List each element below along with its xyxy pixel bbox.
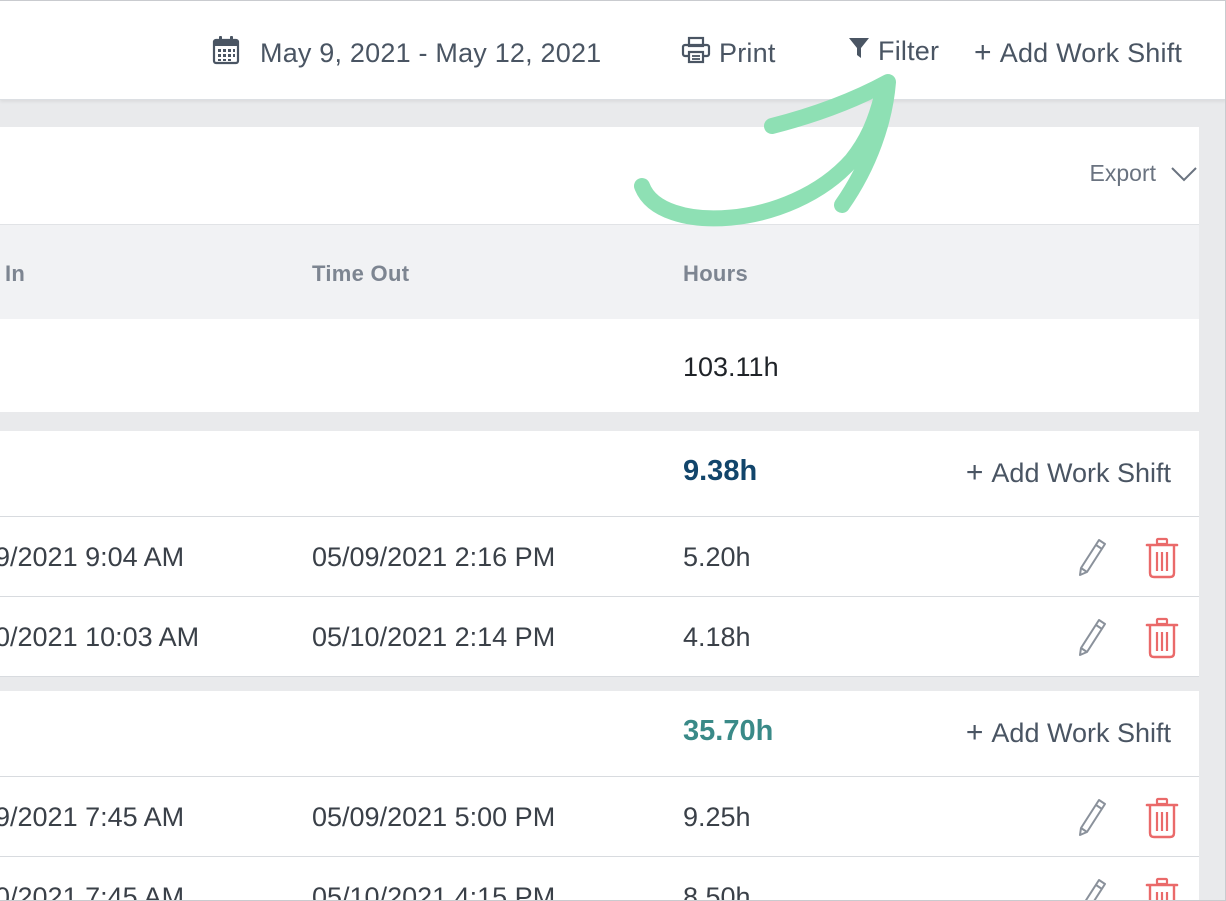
time-in-cell: 9/2021 7:45 AM bbox=[0, 802, 185, 832]
plus-icon: + bbox=[965, 716, 984, 749]
time-out-cell: 05/09/2021 2:16 PM bbox=[312, 542, 556, 572]
group-total-hours: 9.38h bbox=[683, 455, 758, 487]
export-label: Export bbox=[1089, 160, 1156, 186]
time-out-cell: 05/10/2021 4:15 PM bbox=[312, 882, 556, 901]
export-dropdown[interactable]: Export bbox=[1090, 160, 1198, 187]
date-range-picker[interactable]: May 9, 2021 - May 12, 2021 bbox=[212, 34, 601, 72]
table-row: 9/2021 9:04 AM 05/09/2021 2:16 PM 5.20h bbox=[0, 517, 1199, 597]
plus-icon: + bbox=[965, 456, 984, 489]
pencil-icon[interactable] bbox=[1077, 617, 1107, 657]
time-out-cell: 05/09/2021 5:00 PM bbox=[312, 802, 556, 832]
hours-cell: 5.20h bbox=[683, 542, 751, 572]
top-toolbar: May 9, 2021 - May 12, 2021 Print Filter … bbox=[0, 0, 1226, 100]
hours-cell: 8.50h bbox=[683, 882, 751, 901]
pencil-icon[interactable] bbox=[1077, 877, 1107, 901]
time-in-cell: 9/2021 9:04 AM bbox=[0, 542, 185, 572]
group-add-work-shift-button[interactable]: + Add Work Shift bbox=[966, 716, 1171, 750]
group-add-work-shift-label: Add Work Shift bbox=[991, 717, 1171, 748]
total-hours-row: 103.11h bbox=[0, 319, 1199, 412]
group-add-work-shift-button[interactable]: + Add Work Shift bbox=[966, 456, 1171, 490]
calendar-icon bbox=[212, 35, 240, 72]
column-header-time-in[interactable]: In bbox=[5, 261, 25, 287]
hours-cell: 4.18h bbox=[683, 622, 751, 652]
time-in-cell: 0/2021 10:03 AM bbox=[0, 622, 200, 652]
pencil-icon[interactable] bbox=[1077, 797, 1107, 837]
annotation-arrow bbox=[634, 74, 896, 227]
column-header-hours[interactable]: Hours bbox=[683, 261, 748, 287]
total-hours-value: 103.11h bbox=[683, 352, 779, 382]
table-header: In Time Out Hours bbox=[0, 224, 1199, 319]
table-row: 0/2021 7:45 AM 05/10/2021 4:15 PM 8.50h bbox=[0, 857, 1199, 901]
table-row: 0/2021 10:03 AM 05/10/2021 2:14 PM 4.18h bbox=[0, 597, 1199, 677]
trash-icon[interactable] bbox=[1145, 797, 1179, 839]
date-range-label: May 9, 2021 - May 12, 2021 bbox=[260, 37, 602, 68]
trash-icon[interactable] bbox=[1145, 877, 1179, 901]
chevron-down-icon bbox=[1171, 166, 1197, 181]
hours-cell: 9.25h bbox=[683, 802, 751, 832]
plus-icon: + bbox=[974, 36, 992, 69]
trash-icon[interactable] bbox=[1145, 537, 1179, 579]
employee-group-header: 35.70h + Add Work Shift bbox=[0, 691, 1199, 777]
table-row: 9/2021 7:45 AM 05/09/2021 5:00 PM 9.25h bbox=[0, 777, 1199, 857]
column-header-time-out[interactable]: Time Out bbox=[312, 261, 409, 287]
add-work-shift-button[interactable]: + Add Work Shift bbox=[974, 34, 1182, 72]
group-add-work-shift-label: Add Work Shift bbox=[991, 457, 1171, 488]
pencil-icon[interactable] bbox=[1077, 537, 1107, 577]
add-work-shift-label: Add Work Shift bbox=[999, 37, 1183, 68]
time-out-cell: 05/10/2021 2:14 PM bbox=[312, 622, 556, 652]
trash-icon[interactable] bbox=[1145, 617, 1179, 659]
group-total-hours: 35.70h bbox=[683, 715, 774, 747]
employee-group-header: 9.38h + Add Work Shift bbox=[0, 431, 1199, 517]
time-in-cell: 0/2021 7:45 AM bbox=[0, 882, 185, 901]
